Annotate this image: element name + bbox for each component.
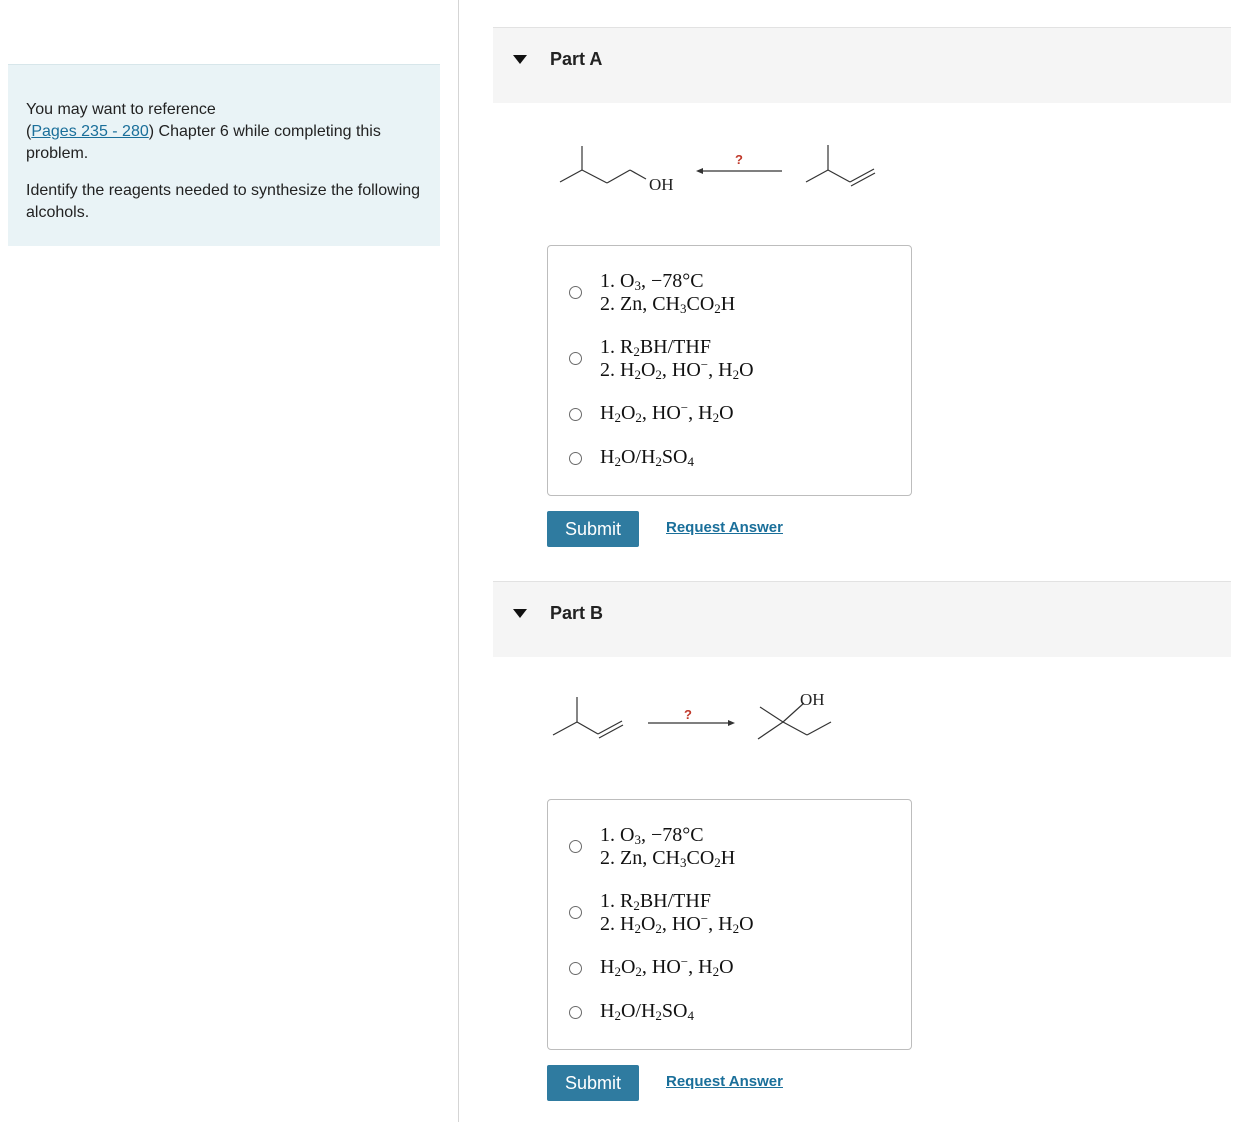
- bond: [581, 169, 608, 184]
- option-label: 1. R2BH/THF 2. H2O2, HO−, H2O: [600, 890, 754, 936]
- reagent-question-mark: ?: [735, 152, 743, 167]
- bond: [576, 721, 599, 735]
- reference-text: You may want to reference (Pages 235 - 28…: [26, 101, 381, 162]
- radio-button[interactable]: [569, 840, 582, 853]
- bond: [827, 169, 851, 183]
- radio-button[interactable]: [569, 962, 582, 975]
- hydroxyl-label: OH: [649, 175, 674, 194]
- part-b-submit-button[interactable]: Submit: [547, 1065, 639, 1101]
- part-a-header[interactable]: Part A: [493, 27, 1231, 103]
- instructions-text: Identify the reagents needed to synthesi…: [26, 182, 421, 221]
- option-label: 1. R2BH/THF 2. H2O2, HO−, H2O: [600, 336, 754, 382]
- part-a-scheme-svg: OH ?: [559, 145, 876, 194]
- instructions-panel: You may want to reference (Pages 235 - 28…: [8, 64, 440, 246]
- bond: [629, 169, 647, 180]
- option-label: 1. O3, −78°C 2. Zn, CH3CO2H: [600, 270, 736, 316]
- bond: [806, 721, 832, 736]
- bond: [552, 721, 578, 736]
- part-b-options: 1. O3, −78°C 2. Zn, CH3CO2H 1. R2BH/THF …: [547, 799, 912, 1050]
- part-b-request-answer-link[interactable]: Request Answer: [666, 1073, 783, 1090]
- radio-button[interactable]: [569, 408, 582, 421]
- option-label: 1. O3, −78°C 2. Zn, CH3CO2H: [600, 824, 736, 870]
- panel-divider: [458, 0, 459, 1122]
- radio-button[interactable]: [569, 1006, 582, 1019]
- part-a-request-answer-link[interactable]: Request Answer: [666, 519, 783, 536]
- option-label: H2O/H2SO4: [600, 446, 694, 469]
- radio-button[interactable]: [569, 352, 582, 365]
- hydroxyl-label: OH: [800, 690, 825, 709]
- collapse-triangle-icon[interactable]: [513, 55, 527, 64]
- part-b-reaction-scheme: ? OH: [550, 685, 890, 755]
- part-b-scheme-svg: ? OH: [552, 690, 832, 740]
- option-label: H2O2, HO−, H2O: [600, 954, 734, 979]
- part-a-options: 1. O3, −78°C 2. Zn, CH3CO2H 1. R2BH/THF …: [547, 245, 912, 496]
- bond: [782, 721, 808, 736]
- part-a-submit-button[interactable]: Submit: [547, 511, 639, 547]
- part-b-header[interactable]: Part B: [493, 581, 1231, 657]
- part-a-title: Part A: [550, 49, 603, 69]
- bond: [559, 169, 583, 183]
- bond: [606, 169, 631, 184]
- bond: [757, 721, 784, 740]
- part-a-reaction-scheme: OH ?: [550, 140, 890, 210]
- arrowhead-icon: [696, 168, 703, 174]
- pages-link[interactable]: Pages 235 - 280: [31, 123, 148, 140]
- radio-button[interactable]: [569, 906, 582, 919]
- bond: [805, 169, 829, 183]
- bond: [759, 706, 784, 723]
- part-b-title: Part B: [550, 603, 604, 623]
- collapse-triangle-icon[interactable]: [513, 609, 527, 618]
- option-label: H2O2, HO−, H2O: [600, 400, 734, 425]
- arrowhead-icon: [728, 720, 735, 726]
- radio-button[interactable]: [569, 286, 582, 299]
- radio-button[interactable]: [569, 452, 582, 465]
- option-label: H2O/H2SO4: [600, 1000, 694, 1023]
- reagent-question-mark: ?: [684, 707, 692, 722]
